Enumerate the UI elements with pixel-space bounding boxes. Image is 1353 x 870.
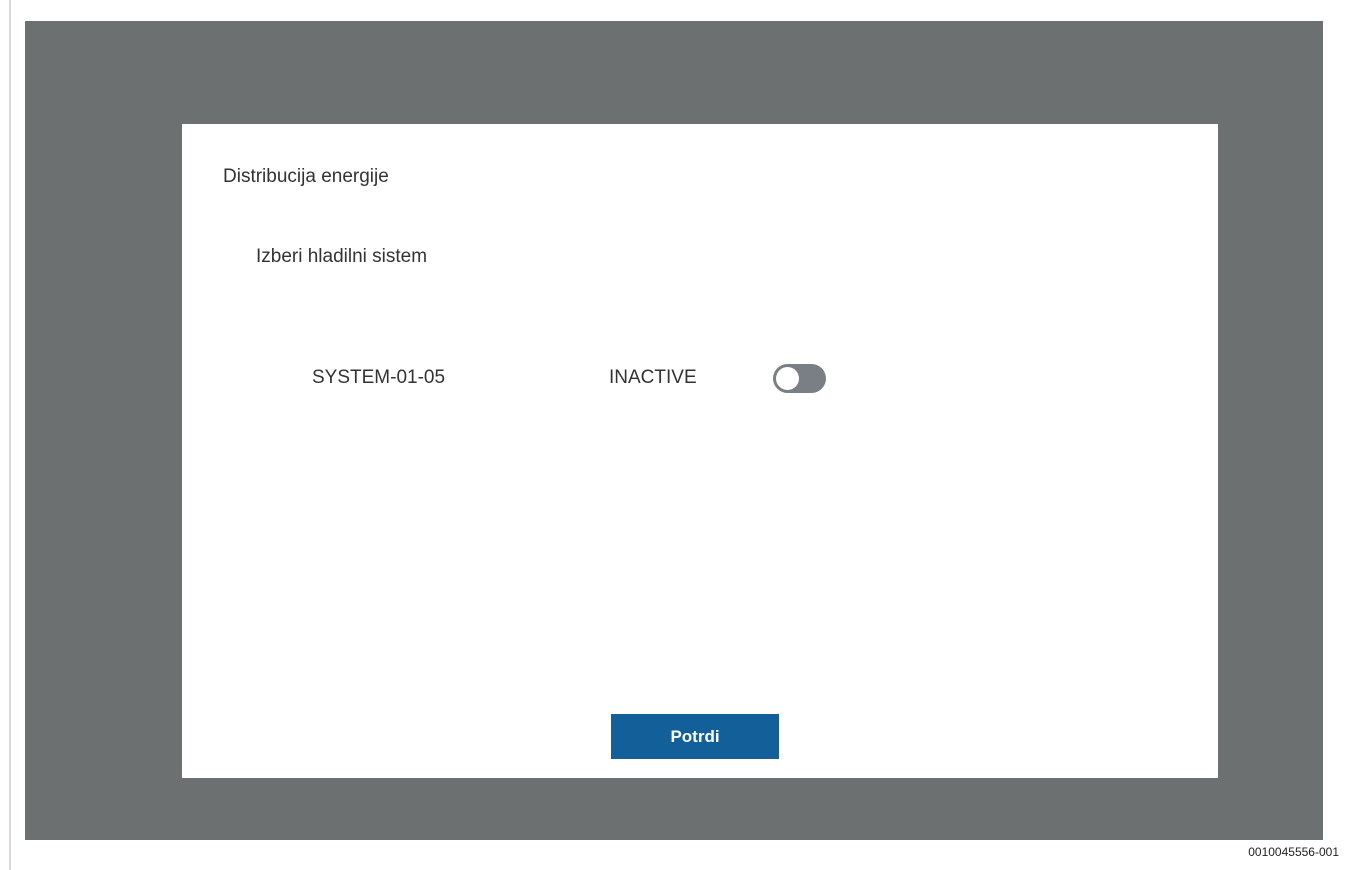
energy-distribution-dialog: Distribucija energije Izberi hladilni si… (182, 124, 1218, 778)
system-status: INACTIVE (609, 367, 697, 388)
system-name: SYSTEM-01-05 (312, 367, 446, 388)
confirm-button[interactable]: Potrdi (611, 714, 779, 759)
toggle-knob (776, 367, 799, 390)
system-row: SYSTEM-01-05 INACTIVE (182, 364, 1218, 396)
system-toggle[interactable] (773, 364, 826, 393)
figure-code: 0010045556-001 (1248, 845, 1339, 859)
frame-divider (9, 0, 11, 870)
page: Distribucija energije Izberi hladilni si… (0, 0, 1353, 870)
dialog-subtitle: Izberi hladilni sistem (256, 246, 428, 267)
device-screen: Distribucija energije Izberi hladilni si… (25, 21, 1323, 840)
dialog-title: Distribucija energije (223, 166, 389, 187)
